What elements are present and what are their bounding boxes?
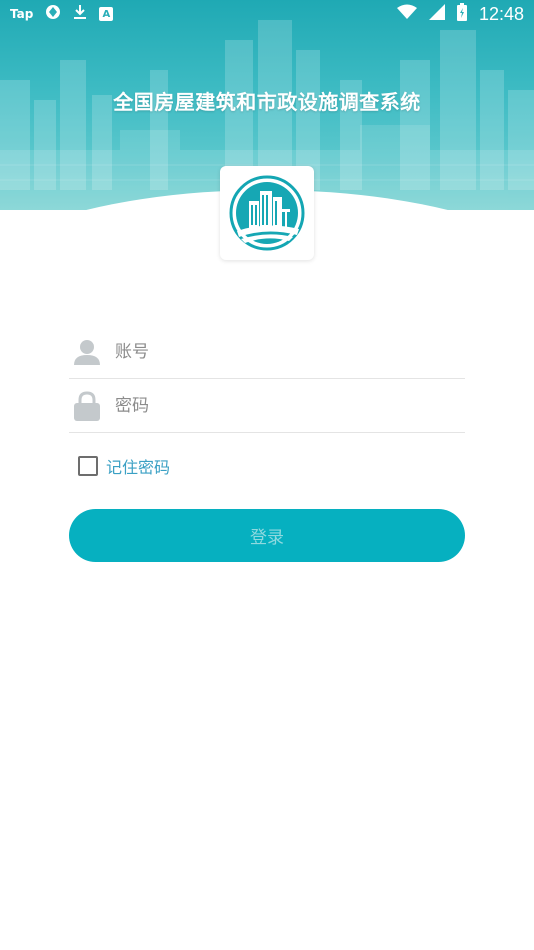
remember-checkbox[interactable] — [78, 456, 98, 476]
building-logo-icon — [229, 175, 305, 251]
password-field — [69, 379, 465, 433]
login-button[interactable]: 登录 — [69, 509, 465, 562]
battery-icon — [456, 3, 467, 25]
wifi-icon — [396, 4, 417, 24]
lock-icon — [71, 390, 103, 422]
password-input[interactable] — [115, 395, 435, 416]
app-title: 全国房屋建筑和市政设施调查系统 — [113, 90, 421, 114]
a-app-icon: A — [99, 7, 114, 21]
signal-icon — [428, 4, 445, 24]
status-bar: Tap A 12:48 — [0, 0, 534, 28]
app-logo — [220, 166, 314, 260]
remember-password-option[interactable]: 记住密码 — [78, 454, 170, 478]
sync-icon — [45, 4, 61, 24]
user-icon — [71, 336, 103, 368]
status-time: 12:48 — [478, 3, 524, 24]
tap-app-icon: Tap — [10, 7, 34, 21]
remember-label[interactable]: 记住密码 — [106, 454, 170, 478]
account-input[interactable] — [115, 341, 435, 362]
account-field — [69, 325, 465, 379]
download-icon — [73, 4, 87, 24]
login-screen: Tap A 12:48 全国房屋建筑和市政设施调查系统 账号 记住密码 登录 — [0, 0, 534, 950]
